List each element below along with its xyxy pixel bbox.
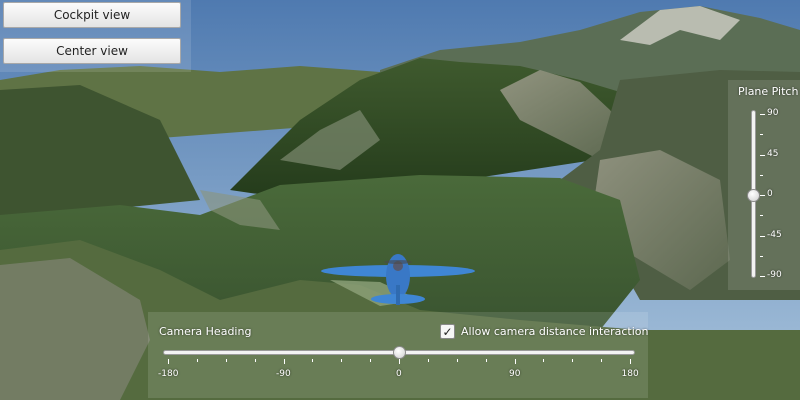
camera-heading-tick xyxy=(427,359,429,362)
camera-heading-tick xyxy=(196,359,198,362)
center-view-button[interactable]: Center view xyxy=(3,38,181,64)
camera-heading-tick xyxy=(485,359,487,362)
camera-heading-tick xyxy=(283,359,285,364)
plane-pitch-tick-label: 90 xyxy=(767,108,779,118)
camera-heading-tick-label: -90 xyxy=(276,369,291,379)
plane-pitch-tick xyxy=(760,114,765,115)
camera-heading-slider-thumb[interactable] xyxy=(392,346,406,359)
plane-pitch-tick xyxy=(760,255,763,257)
plane-pitch-tick xyxy=(760,235,765,237)
camera-heading-tick-label: 0 xyxy=(396,369,402,379)
plane-pitch-tick-label: -45 xyxy=(767,229,782,240)
camera-heading-tick-label: 180 xyxy=(621,369,639,379)
camera-heading-tick xyxy=(225,359,227,362)
camera-heading-tick xyxy=(601,359,603,362)
camera-distance-label: Allow camera distance interaction xyxy=(461,325,649,338)
camera-heading-label: Camera Heading xyxy=(159,325,252,338)
plane-pitch-label: Plane Pitch xyxy=(738,85,799,98)
plane-pitch-tick xyxy=(760,195,765,196)
camera-heading-tick xyxy=(341,359,343,362)
plane-pitch-tick xyxy=(760,215,763,217)
camera-distance-checkbox[interactable]: ✓ xyxy=(440,324,455,339)
camera-heading-tick xyxy=(399,359,400,364)
camera-heading-tick xyxy=(514,359,516,364)
plane-pitch-tick xyxy=(760,174,763,176)
plane-pitch-tick xyxy=(760,276,765,277)
plane-pitch-tick-label: -90 xyxy=(767,270,782,280)
camera-heading-tick xyxy=(572,359,574,362)
cockpit-view-button[interactable]: Cockpit view xyxy=(3,2,181,28)
plane-pitch-panel xyxy=(728,80,800,290)
camera-heading-tick xyxy=(254,359,256,362)
camera-heading-tick xyxy=(370,359,372,362)
camera-heading-tick xyxy=(168,359,169,364)
plane-pitch-tick xyxy=(760,154,765,156)
camera-heading-tick-label: -180 xyxy=(158,369,179,379)
plane-pitch-tick xyxy=(760,134,763,136)
camera-heading-tick xyxy=(630,359,631,364)
plane-pitch-tick-label: 0 xyxy=(767,189,773,199)
plane-pitch-tick-label: 45 xyxy=(767,148,779,159)
plane-pitch-slider-thumb[interactable] xyxy=(747,188,760,202)
camera-heading-tick xyxy=(312,359,314,362)
camera-heading-tick xyxy=(543,359,545,362)
camera-heading-tick xyxy=(456,359,458,362)
checkmark-icon: ✓ xyxy=(442,324,453,339)
camera-heading-tick-label: 90 xyxy=(509,369,521,379)
